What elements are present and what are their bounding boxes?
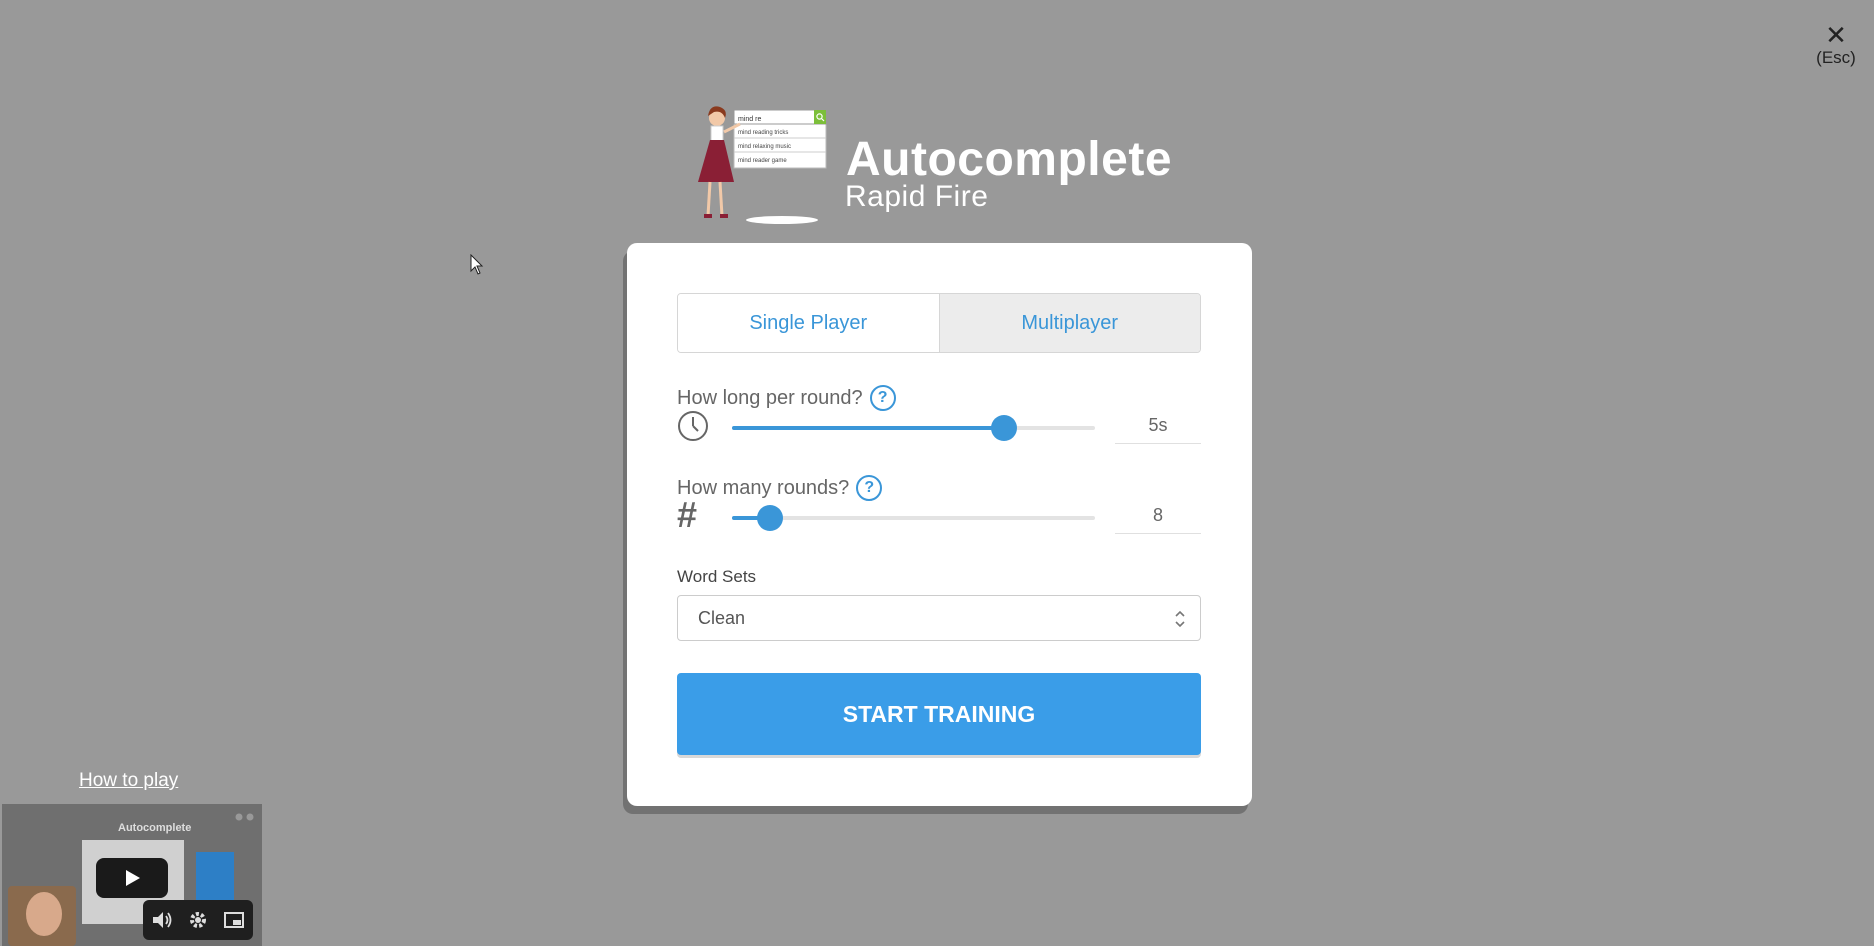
- settings-card: Single Player Multiplayer How long per r…: [627, 243, 1252, 806]
- round-length-slider-thumb[interactable]: [991, 415, 1018, 441]
- word-sets-selected: Clean: [698, 607, 746, 628]
- video-presenter: [8, 886, 76, 946]
- logo-title: Autocomplete: [846, 133, 1173, 186]
- gear-icon[interactable]: [188, 910, 208, 930]
- how-to-play-link[interactable]: How to play: [79, 770, 178, 792]
- logo-suggestion: mind relaxing music: [738, 144, 791, 150]
- close-icon: ✕: [1825, 20, 1847, 50]
- round-length-label: How long per round? ?: [677, 385, 896, 411]
- tab-multiplayer[interactable]: Multiplayer: [938, 294, 1200, 352]
- volume-icon[interactable]: [151, 910, 173, 930]
- clock-icon: [678, 411, 708, 441]
- rounds-slider[interactable]: [732, 505, 1095, 531]
- round-length-question: How long per round?: [677, 386, 863, 409]
- rounds-slider-thumb[interactable]: [757, 505, 784, 531]
- app-logo: mind re mind reading tricks mind relaxin…: [690, 100, 1210, 230]
- word-sets-label: Word Sets: [677, 567, 757, 586]
- logo-suggestion: mind reading tricks: [738, 130, 788, 136]
- pip-icon[interactable]: [223, 911, 245, 929]
- round-length-value[interactable]: 5s: [1115, 407, 1201, 444]
- video-title: Autocomplete: [118, 822, 192, 834]
- rounds-question: How many rounds?: [677, 476, 850, 499]
- video-controls: [143, 900, 253, 940]
- word-sets-select[interactable]: Clean: [677, 595, 1201, 641]
- tab-single-player[interactable]: Single Player: [678, 294, 939, 352]
- start-training-button[interactable]: START TRAINING: [677, 673, 1201, 755]
- how-to-play-video[interactable]: Autocomplete: [2, 804, 262, 946]
- logo-subtitle: Rapid Fire: [845, 180, 989, 213]
- select-arrows-icon: [1175, 610, 1185, 628]
- round-length-slider[interactable]: [732, 415, 1095, 441]
- logo-search-text: mind re: [738, 116, 761, 123]
- close-esc-label: (Esc): [1816, 48, 1856, 67]
- mouse-cursor-icon: [470, 254, 484, 275]
- hash-icon: #: [677, 494, 698, 535]
- rounds-label: How many rounds? ?: [677, 475, 883, 501]
- play-icon: [126, 870, 140, 886]
- logo-suggestion: mind reader game: [738, 158, 787, 164]
- logo-illustration: mind re mind reading tricks mind relaxin…: [698, 106, 827, 224]
- round-length-help-icon[interactable]: ?: [869, 385, 896, 411]
- mode-tabs: Single Player Multiplayer: [677, 293, 1201, 353]
- rounds-value[interactable]: 8: [1115, 497, 1201, 534]
- rounds-help-icon[interactable]: ?: [856, 475, 883, 501]
- video-window-dots-icon: [235, 813, 254, 821]
- video-play-button[interactable]: [96, 858, 168, 898]
- close-button[interactable]: ✕ (Esc): [1812, 22, 1860, 68]
- round-length-slider-fill: [732, 426, 1005, 430]
